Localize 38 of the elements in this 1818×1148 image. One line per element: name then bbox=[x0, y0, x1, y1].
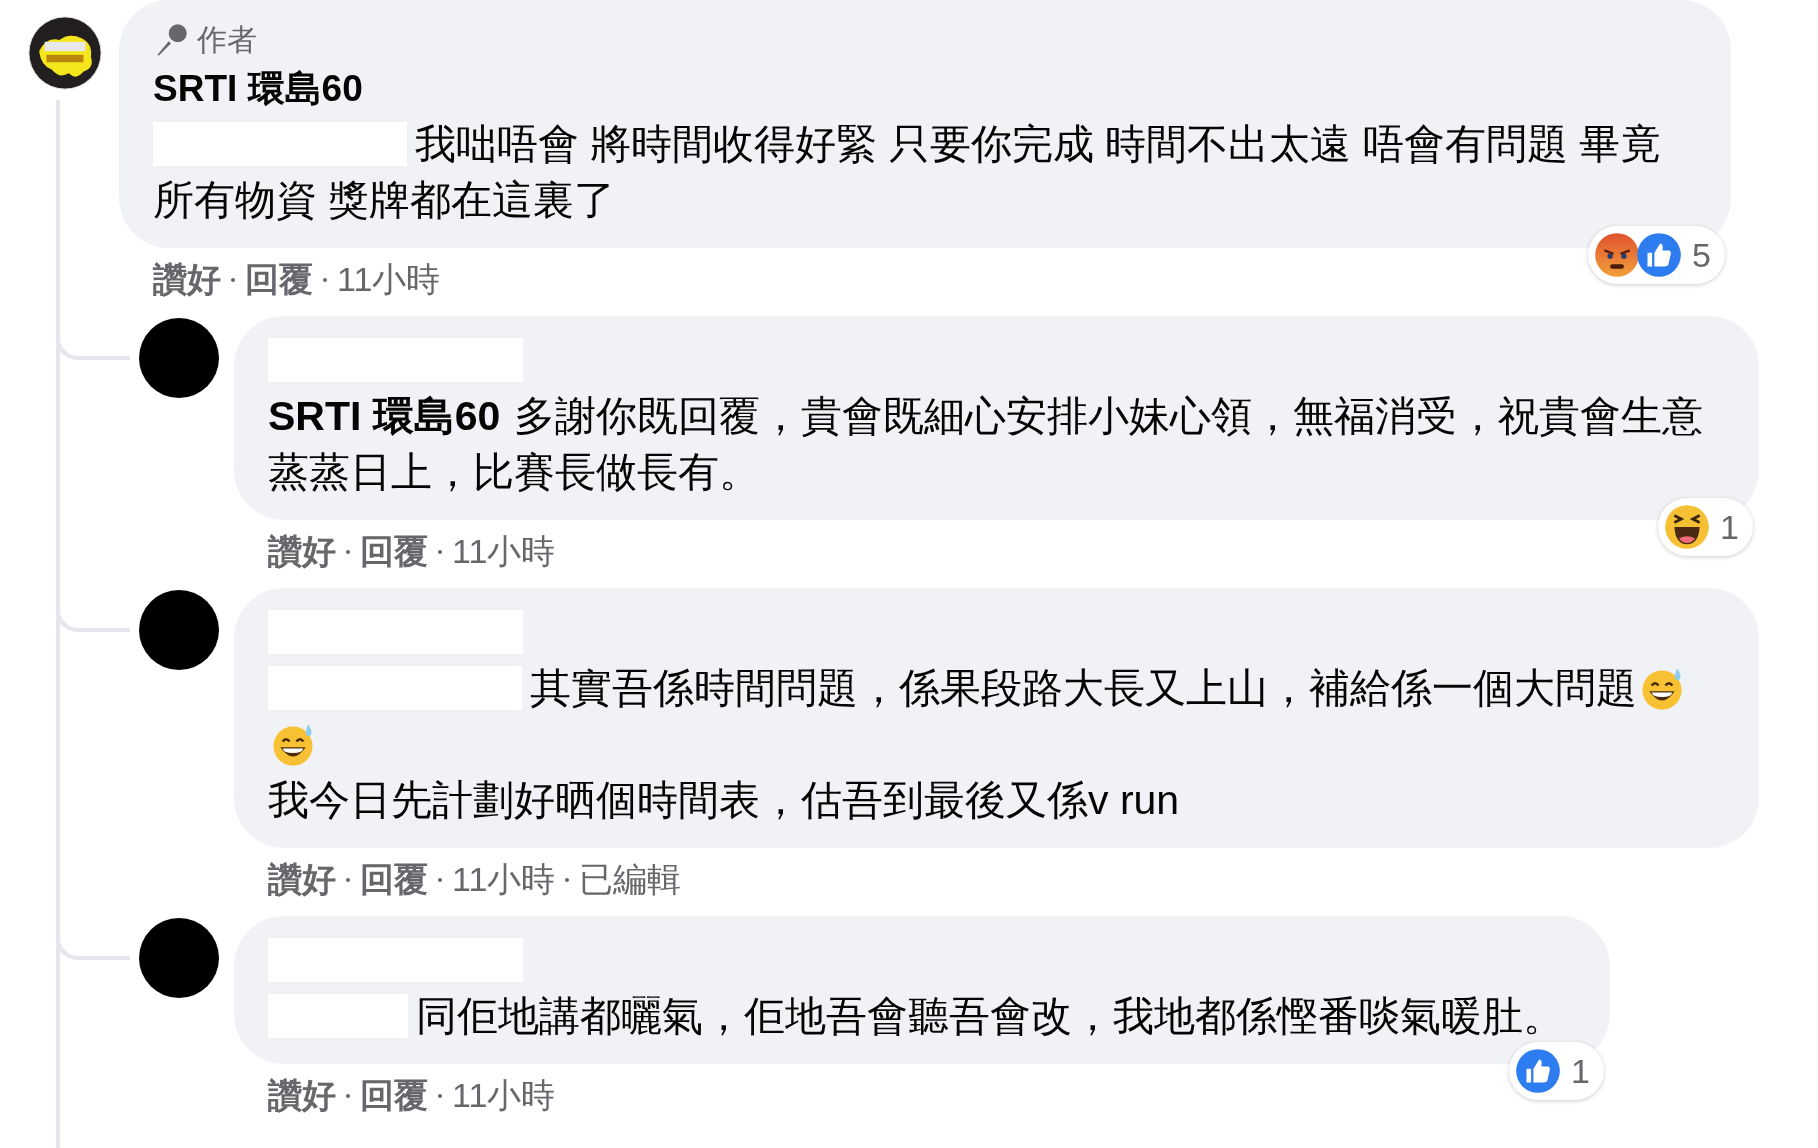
reply-link[interactable]: 回覆 bbox=[245, 257, 313, 303]
timestamp[interactable]: 11小時 bbox=[337, 257, 441, 303]
avatar-logo-icon[interactable] bbox=[28, 16, 102, 90]
comment-text: 所有物資 獎牌都在這裏了 bbox=[153, 177, 616, 223]
like-link[interactable]: 讚好 bbox=[268, 529, 336, 575]
mention-link[interactable]: SRTI 環島60 bbox=[268, 393, 501, 439]
reaction-count: 5 bbox=[1692, 235, 1711, 275]
reply-link[interactable]: 回覆 bbox=[360, 529, 428, 575]
edited-label: 已編輯 bbox=[579, 859, 682, 900]
thumbs-up-icon bbox=[1636, 232, 1683, 278]
laughing-face-icon bbox=[1664, 504, 1711, 550]
grin-sweat-emoji-icon bbox=[270, 722, 316, 768]
reply-link[interactable]: 回覆 bbox=[360, 857, 428, 903]
like-link[interactable]: 讚好 bbox=[268, 857, 336, 903]
reaction-badge[interactable]: 1 bbox=[1658, 498, 1753, 556]
timestamp[interactable]: 11小時 bbox=[452, 857, 556, 903]
comment-text: 我咄唔會 將時間收得好緊 只要你完成 時間不出太遠 唔會有問題 畢竟 bbox=[415, 121, 1661, 167]
angry-face-icon bbox=[1594, 232, 1641, 278]
reaction-count: 1 bbox=[1571, 1051, 1590, 1091]
grin-sweat-emoji-icon bbox=[1639, 666, 1685, 712]
thumbs-up-icon bbox=[1515, 1048, 1562, 1094]
comment-text: SRTI 環島60 多謝你既回覆，貴會既細心安排小妹心領，無福消受，祝貴會生意蒸蒸日上，比賽長做長有。 bbox=[268, 393, 1704, 495]
avatar-icon[interactable] bbox=[139, 318, 219, 398]
reaction-badge[interactable]: 5 bbox=[1588, 226, 1725, 284]
commenter-name[interactable]: SRTI 環島60 bbox=[153, 62, 1661, 116]
comment-text: 其實吾係時間問題，係果段路大長又上山，補給係一個大問題 bbox=[530, 665, 1637, 711]
timestamp[interactable]: 11小時 bbox=[452, 529, 556, 575]
reaction-badge[interactable]: 1 bbox=[1509, 1042, 1604, 1100]
reply-link[interactable]: 回覆 bbox=[360, 1073, 428, 1119]
like-link[interactable]: 讚好 bbox=[153, 257, 221, 303]
author-label: 作者 bbox=[197, 21, 257, 58]
avatar-icon[interactable] bbox=[139, 590, 219, 670]
avatar-icon[interactable] bbox=[139, 918, 219, 998]
timestamp[interactable]: 11小時 bbox=[452, 1073, 556, 1119]
like-link[interactable]: 讚好 bbox=[268, 1073, 336, 1119]
comment-text: 同佢地講都曬氣，佢地吾會聽吾會改，我地都係慳番啖氣暖肚。 bbox=[416, 993, 1564, 1039]
comment-text: 我今日先計劃好晒個時間表，估吾到最後又係v run bbox=[268, 777, 1180, 823]
reaction-count: 1 bbox=[1720, 507, 1739, 547]
